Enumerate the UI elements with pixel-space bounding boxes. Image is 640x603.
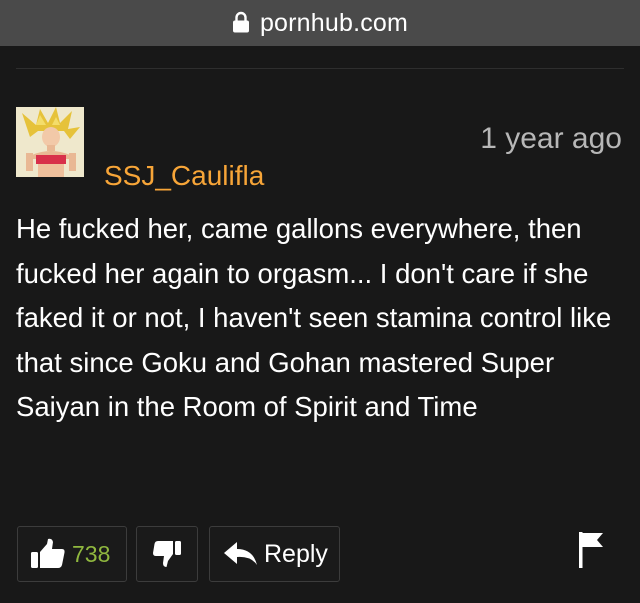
reply-button[interactable]: Reply [209,526,340,582]
reply-label: Reply [264,539,328,568]
dislike-button[interactable] [136,526,198,582]
thumbs-up-icon [30,538,66,570]
reply-arrow-icon [224,541,258,567]
like-button[interactable]: 738 [17,526,127,582]
comment-timestamp: 1 year ago [480,122,622,155]
like-count: 738 [72,540,111,567]
url-domain: pornhub.com [259,8,409,37]
divider [16,68,624,69]
thumbs-down-icon [152,539,182,569]
browser-url-bar[interactable]: pornhub.com [0,0,640,46]
flag-icon[interactable] [577,530,607,575]
comment-body: He fucked her, came gallons everywhere, … [16,213,612,422]
comment-username[interactable]: SSJ_Caulifla [104,159,264,193]
user-avatar[interactable] [16,107,84,177]
lock-icon [232,11,250,33]
